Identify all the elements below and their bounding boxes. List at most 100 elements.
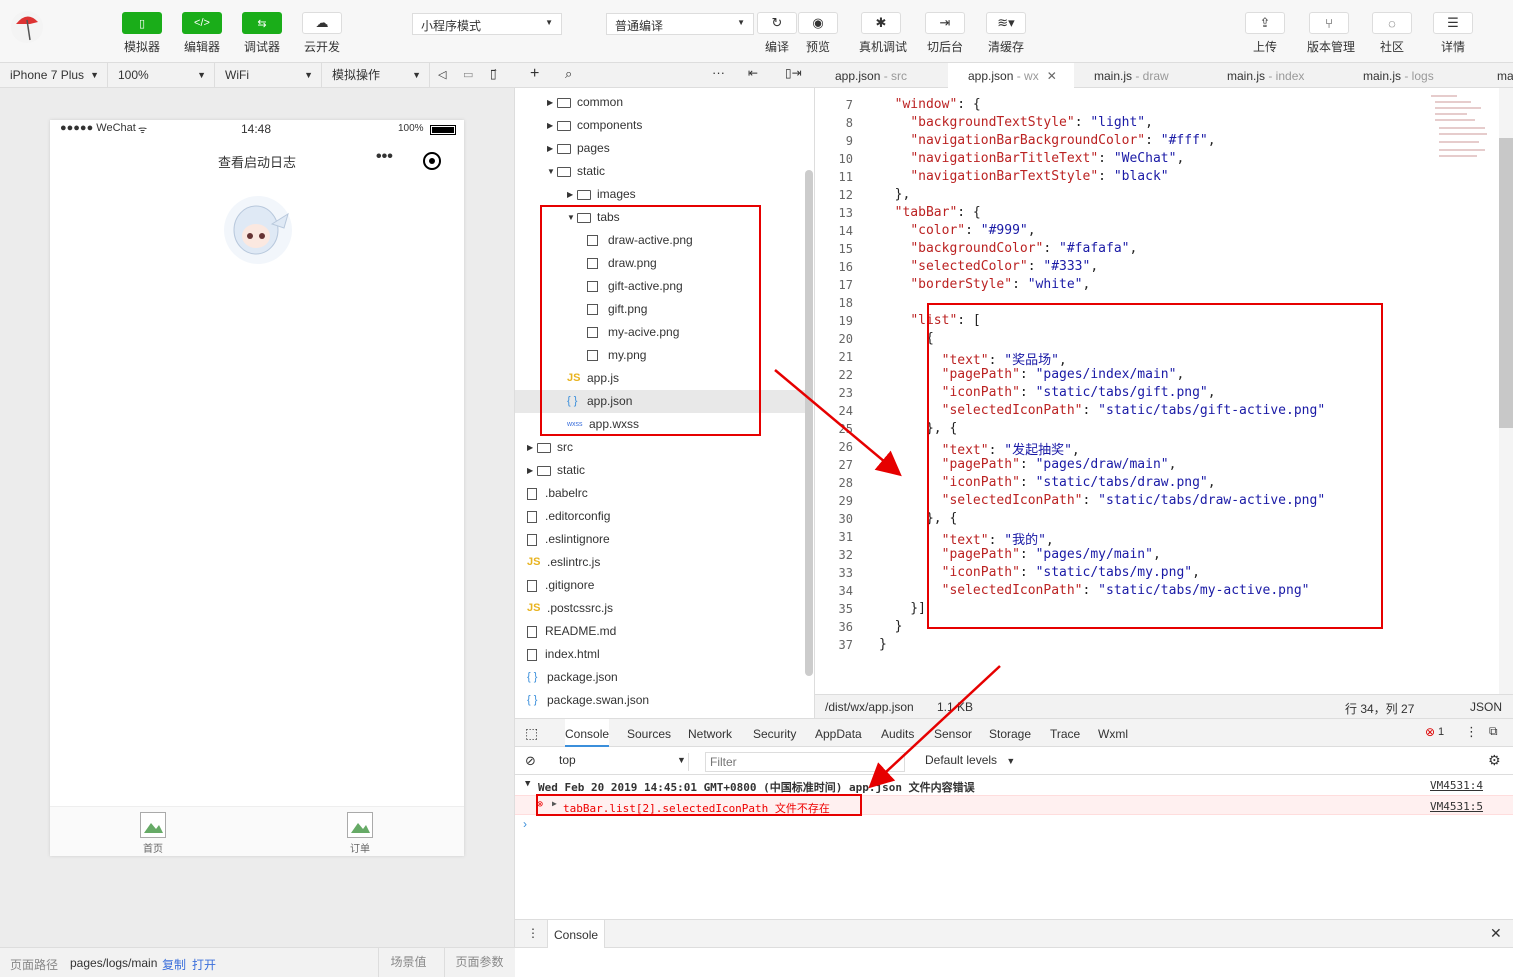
details-button[interactable]: ☰ 详情 xyxy=(1431,12,1475,55)
kebab-icon[interactable]: ⋮ xyxy=(1465,724,1478,740)
undock-icon[interactable]: ⧉ xyxy=(1489,724,1498,739)
mode-select[interactable]: 小程序模式 ▼ xyxy=(412,13,562,35)
editor-tab[interactable]: main.js - logs xyxy=(1343,63,1477,88)
tab-order-label[interactable]: 订单 xyxy=(340,840,380,855)
tree-item[interactable]: ▶ common xyxy=(515,91,805,114)
tree-item[interactable]: { } package.json xyxy=(515,666,805,689)
tree-item[interactable]: ▶ components xyxy=(515,114,805,137)
tab-home-icon[interactable] xyxy=(140,812,166,838)
debugger-button[interactable]: ⇆ 调试器 xyxy=(240,12,284,55)
devtools-tab[interactable]: Wxml xyxy=(1098,719,1128,747)
upload-button[interactable]: ⇪ 上传 xyxy=(1243,12,1287,55)
devtools-tab[interactable]: Trace xyxy=(1050,719,1080,747)
rotate-icon[interactable]: ▭ xyxy=(463,68,473,81)
tree-item[interactable]: JS .eslintrc.js xyxy=(515,551,805,574)
compile-button[interactable]: ↻ 编译 xyxy=(755,12,799,55)
tab-order-icon[interactable] xyxy=(347,812,373,838)
tree-item[interactable]: .eslintignore xyxy=(515,528,805,551)
chevron-right-icon[interactable]: ▶ xyxy=(567,183,577,206)
inspect-icon[interactable]: ⬚ xyxy=(525,725,538,742)
tree-item[interactable]: ▶ src xyxy=(515,436,805,459)
editor-tab[interactable]: app.json - wx ✕ xyxy=(948,63,1074,89)
editor-tab[interactable]: main.js - index xyxy=(1207,63,1343,88)
open-link[interactable]: 打开 xyxy=(192,956,216,973)
tree-scrollbar[interactable] xyxy=(805,170,813,676)
tree-item[interactable]: ▶ pages xyxy=(515,137,805,160)
collapse-icon[interactable]: ⇤ xyxy=(748,66,758,80)
error-count[interactable]: 1 xyxy=(1438,726,1444,738)
context-select[interactable]: top ▼ xyxy=(559,753,689,771)
cursor-position[interactable]: 行 34，列 27 xyxy=(1345,700,1414,717)
devtools-tab[interactable]: Console xyxy=(565,719,610,747)
params-button[interactable]: 页面参数 xyxy=(444,948,514,977)
chevron-right-icon[interactable]: ▶ xyxy=(547,137,557,160)
tree-item[interactable]: index.html xyxy=(515,643,805,666)
simulator-button[interactable]: ▯ 模拟器 xyxy=(120,12,164,55)
clear-console-icon[interactable]: ⊘ xyxy=(525,753,536,769)
chevron-right-icon[interactable]: ▶ xyxy=(547,114,557,137)
devtools-tab[interactable]: AppData xyxy=(815,719,862,747)
version-button[interactable]: ⑂ 版本管理 xyxy=(1307,12,1355,55)
device-select[interactable]: iPhone 7 Plus ▼ xyxy=(0,63,108,88)
devtools-tab[interactable]: Security xyxy=(753,719,796,747)
devtools-tab[interactable]: Sources xyxy=(627,719,671,747)
devtools-tab[interactable]: Network xyxy=(688,719,732,747)
tree-item[interactable]: .gitignore xyxy=(515,574,805,597)
chevron-right-icon[interactable]: ▶ xyxy=(527,459,537,482)
background-button[interactable]: ⇥ 切后台 xyxy=(923,12,967,55)
copy-link[interactable]: 复制 xyxy=(162,956,186,973)
log-source-link[interactable]: VM4531:4 xyxy=(1430,779,1483,792)
close-icon[interactable]: ✕ xyxy=(1490,925,1502,942)
avatar[interactable] xyxy=(10,10,44,44)
editor-tab[interactable]: app.json - src xyxy=(815,63,948,88)
editor-tab[interactable]: main.js - draw xyxy=(1074,63,1207,88)
settings-gear-icon[interactable]: ⚙ xyxy=(1488,752,1501,769)
close-tab-icon[interactable]: ✕ xyxy=(1047,69,1057,83)
editor-scrollbar[interactable] xyxy=(1499,88,1513,694)
preview-button[interactable]: ◉ 预览 xyxy=(796,12,840,55)
detach-icon[interactable]: ▯⃑ xyxy=(490,67,497,81)
drawer-console-tab[interactable]: Console xyxy=(547,920,606,948)
devtools-tab[interactable]: Storage xyxy=(989,719,1031,747)
add-icon[interactable]: + xyxy=(530,65,539,83)
zoom-select[interactable]: 100% ▼ xyxy=(108,63,215,88)
search-icon[interactable]: ⌕ xyxy=(565,66,572,82)
volume-icon[interactable]: ◁ xyxy=(438,68,446,81)
community-button[interactable]: ◌ 社区 xyxy=(1370,12,1414,55)
close-capsule-icon[interactable] xyxy=(423,152,441,170)
levels-select[interactable]: Default levels ▼ xyxy=(919,749,1039,774)
network-select[interactable]: WiFi ▼ xyxy=(215,63,322,88)
language-mode[interactable]: JSON xyxy=(1470,700,1502,714)
chevron-down-icon[interactable]: ▼ xyxy=(547,160,557,183)
console-log-group[interactable]: ▼ Wed Feb 20 2019 14:45:01 GMT+0800 (中国标… xyxy=(515,776,1513,795)
compile-mode-select[interactable]: 普通编译 ▼ xyxy=(606,13,754,35)
more-icon[interactable]: ··· xyxy=(712,65,725,80)
tree-item[interactable]: ▶ images xyxy=(515,183,805,206)
filter-input[interactable] xyxy=(705,752,905,772)
minimap[interactable] xyxy=(1427,92,1491,162)
sim-ops-select[interactable]: 模拟操作 ▼ xyxy=(322,63,430,88)
error-icon[interactable]: ⊗ xyxy=(1425,725,1435,739)
tree-item[interactable]: README.md xyxy=(515,620,805,643)
devtools-tab[interactable]: Audits xyxy=(881,719,914,747)
tab-home-label[interactable]: 首页 xyxy=(133,840,173,855)
console-prompt-icon[interactable]: › xyxy=(523,817,527,831)
devtools-tab[interactable]: Sensor xyxy=(934,719,972,747)
tree-item[interactable]: ▶ static xyxy=(515,459,805,482)
tree-item[interactable]: .babelrc xyxy=(515,482,805,505)
expand-arrow-icon[interactable]: ▼ xyxy=(525,779,530,789)
editor-button[interactable]: </> 编辑器 xyxy=(180,12,224,55)
tree-item[interactable]: ▼ static xyxy=(515,160,805,183)
cloud-button[interactable]: ☁ 云开发 xyxy=(300,12,344,55)
tree-item[interactable]: { } package.swan.json xyxy=(515,689,805,712)
scene-button[interactable]: 场景值 xyxy=(378,948,438,977)
chevron-right-icon[interactable]: ▶ xyxy=(527,436,537,459)
drawer-menu-icon[interactable]: ⋮ xyxy=(527,926,539,940)
editor-tab[interactable]: mai xyxy=(1477,63,1513,88)
tree-item[interactable]: .editorconfig xyxy=(515,505,805,528)
split-icon[interactable]: ▯⇥ xyxy=(785,66,802,80)
more-dots-icon[interactable]: ••• xyxy=(376,148,393,166)
real-debug-button[interactable]: ✱ 真机调试 xyxy=(859,12,907,55)
log-source-link[interactable]: VM4531:5 xyxy=(1430,800,1483,813)
tree-item[interactable]: JS .postcssrc.js xyxy=(515,597,805,620)
